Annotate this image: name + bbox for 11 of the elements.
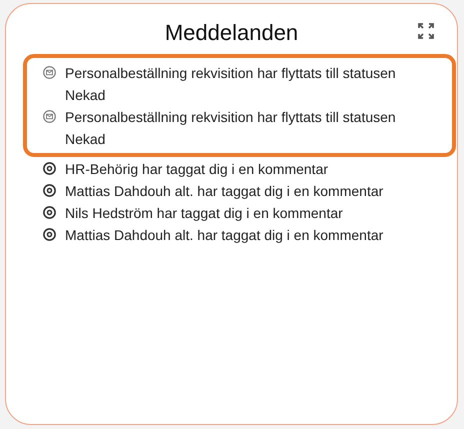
expand-icon [417, 22, 435, 40]
notification-text[interactable]: Mattias Dahdouh alt. har taggat dig i en kommentar [65, 180, 384, 202]
expand-button[interactable] [417, 22, 435, 40]
card-title: Meddelanden [164, 19, 298, 47]
notification-text[interactable]: Nils Hedström har taggat dig i en kommentar [65, 202, 343, 224]
envelope-icon [43, 66, 56, 79]
notification-text[interactable]: Mattias Dahdouh alt. har taggat dig i en kommentar [65, 224, 384, 246]
envelope-icon [43, 110, 56, 123]
notification-text[interactable]: Personalbeställning rekvisition har flyttats till statusen Nekad [65, 62, 440, 106]
notification-text[interactable]: HR-Behörig har taggat dig i en kommentar [65, 158, 328, 180]
notification-text[interactable]: Personalbeställning rekvisition har flyttats till statusen Nekad [65, 106, 440, 150]
